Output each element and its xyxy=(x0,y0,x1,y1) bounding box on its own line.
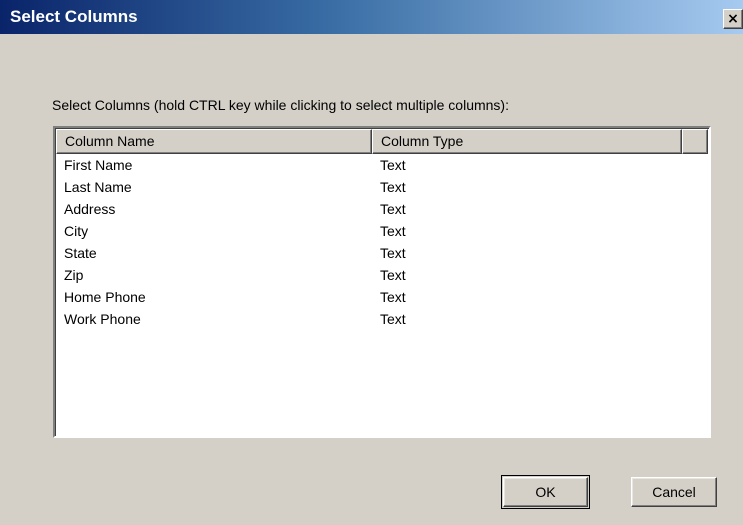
column-type-cell: Text xyxy=(380,223,406,239)
column-name-cell: Zip xyxy=(64,267,84,283)
list-header: Column Name Column Type xyxy=(56,129,708,154)
ok-button[interactable]: OK xyxy=(503,477,588,507)
list-item[interactable]: Address Text xyxy=(56,198,708,220)
column-name-cell: Last Name xyxy=(64,179,132,195)
list-item[interactable]: City Text xyxy=(56,220,708,242)
column-type-cell: Text xyxy=(380,245,406,261)
column-type-cell: Text xyxy=(380,201,406,217)
close-icon: × xyxy=(727,11,739,27)
column-type-cell: Text xyxy=(380,179,406,195)
window-title: Select Columns xyxy=(10,7,138,26)
title-bar[interactable]: Select Columns × xyxy=(0,0,743,34)
select-columns-dialog: Select Columns × Select Columns (hold CT… xyxy=(0,0,743,525)
column-name-cell: Work Phone xyxy=(64,311,141,327)
column-name-cell: State xyxy=(64,245,97,261)
list-item[interactable]: Last Name Text xyxy=(56,176,708,198)
column-type-cell: Text xyxy=(380,157,406,173)
column-name-cell: Address xyxy=(64,201,116,217)
column-type-header[interactable]: Column Type xyxy=(372,129,682,154)
column-name-cell: Home Phone xyxy=(64,289,146,305)
column-type-cell: Text xyxy=(380,289,406,305)
list-item[interactable]: Work Phone Text xyxy=(56,308,708,330)
column-type-cell: Text xyxy=(380,311,406,327)
list-item[interactable]: Zip Text xyxy=(56,264,708,286)
column-name-cell: First Name xyxy=(64,157,133,173)
list-rows: First Name Text Last Name Text Address Text Ci… xyxy=(56,154,708,330)
column-type-cell: Text xyxy=(380,267,406,283)
header-filler xyxy=(682,129,708,154)
column-name-header[interactable]: Column Name xyxy=(56,129,372,154)
list-item[interactable]: First Name Text xyxy=(56,154,708,176)
close-button[interactable]: × xyxy=(723,9,743,29)
list-item[interactable]: Home Phone Text xyxy=(56,286,708,308)
list-item[interactable]: State Text xyxy=(56,242,708,264)
column-name-cell: City xyxy=(64,223,89,239)
columns-list[interactable]: Column Name Column Type First Name Text La… xyxy=(53,126,711,438)
instructions-label: Select Columns (hold CTRL key while clic… xyxy=(52,97,509,113)
cancel-button[interactable]: Cancel xyxy=(631,477,717,507)
